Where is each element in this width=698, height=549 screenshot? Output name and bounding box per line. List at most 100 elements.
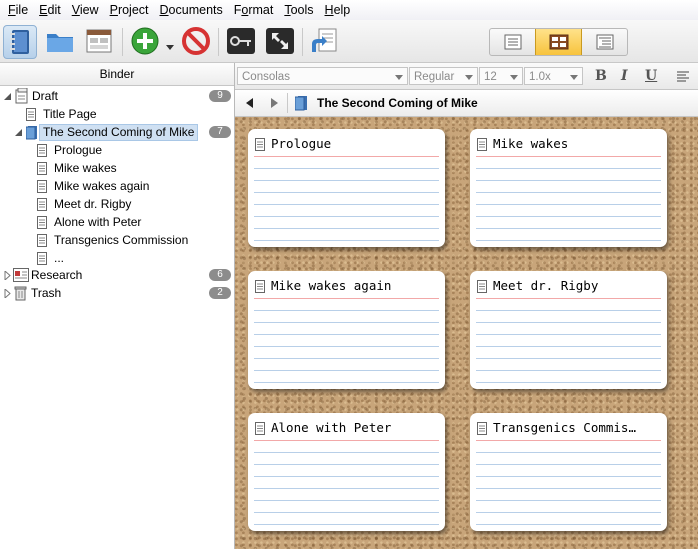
line-spacing-select[interactable]: 1.0x [524,67,583,85]
binder-item-title-page[interactable]: Title Page [26,105,99,123]
outliner-view-button[interactable] [582,29,627,55]
binder-item-mike-wakes[interactable]: Mike wakes [37,159,119,177]
outline-icon [596,34,613,50]
draft-folder-icon [15,88,28,104]
underline-button[interactable]: U [645,67,657,85]
index-card-meet-dr-rigby[interactable]: Meet dr. Rigby [470,271,667,389]
document-icon [477,137,487,151]
menu-format[interactable]: Format [229,3,279,17]
corkboard-view-button[interactable] [535,29,582,55]
editor-header-bar: The Second Coming of Mike [235,90,698,117]
fullscreen-icon [266,28,294,54]
card-title[interactable]: Meet dr. Rigby [493,277,598,295]
menu-tools[interactable]: Tools [279,3,318,17]
document-icon [477,279,487,293]
folder-document-icon [26,126,37,140]
scrivenings-view-button[interactable] [490,29,535,55]
binder-item-mike-wakes-again[interactable]: Mike wakes again [37,177,151,195]
card-title[interactable]: Mike wakes [493,135,568,153]
keywords-button[interactable] [225,25,257,57]
menu-file[interactable]: File [3,3,33,17]
menu-bar: File Edit View Project Documents Format … [0,0,698,20]
back-arrow-icon [246,98,253,108]
card-synopsis[interactable] [254,298,439,385]
key-icon [227,28,255,54]
toolbar-separator [302,28,303,56]
collections-button[interactable] [44,25,76,57]
index-card-mike-wakes-again[interactable]: Mike wakes again [248,271,445,389]
folder-icon [47,34,73,52]
align-left-icon [677,71,689,82]
text-alignment-button[interactable] [677,71,689,85]
document-icon [477,421,487,435]
main-toolbar [0,20,698,63]
count-badge: 6 [209,269,231,281]
forward-button[interactable] [265,94,283,112]
collapsed-triangle-icon[interactable] [3,289,12,298]
menu-view[interactable]: View [67,3,104,17]
research-folder-icon [13,268,29,282]
document-icon [37,233,47,247]
document-icon [37,179,47,193]
index-card-prologue[interactable]: Prologue [248,129,445,247]
binder-item-more[interactable]: ... [37,249,66,267]
composition-mode-button[interactable] [264,25,296,57]
font-family-select[interactable]: Consolas [237,67,408,85]
binder-item-prologue[interactable]: Prologue [37,141,104,159]
inspector-button[interactable] [83,25,115,57]
count-badge: 7 [209,126,231,138]
menu-project[interactable]: Project [105,3,154,17]
dropdown-arrow-icon [570,75,578,80]
font-style-select[interactable]: Regular [409,67,478,85]
delete-button[interactable] [180,25,212,57]
document-icon [26,107,36,121]
card-title[interactable]: Mike wakes again [271,277,391,295]
document-icon [37,197,47,211]
card-synopsis[interactable] [476,440,661,527]
index-card-transgenics-commission[interactable]: Transgenics Commis… [470,413,667,531]
expanded-triangle-icon[interactable] [3,92,12,101]
back-button[interactable] [241,94,259,112]
binder-item-the-second-coming-of-mike[interactable]: The Second Coming of Mike 7 [0,123,234,141]
collapsed-triangle-icon[interactable] [3,271,12,280]
binder-toggle-button[interactable] [3,25,37,59]
card-title[interactable]: Transgenics Commis… [493,419,636,437]
binder-item-transgenics-commission[interactable]: Transgenics Commission [37,231,190,249]
card-synopsis[interactable] [254,156,439,243]
card-synopsis[interactable] [476,156,661,243]
binder-item-research[interactable]: Research 6 [0,266,234,284]
index-card-alone-with-peter[interactable]: Alone with Peter [248,413,445,531]
trash-icon [14,286,27,301]
binder-item-draft[interactable]: Draft 9 [0,87,234,105]
binder-notebook-icon [10,30,29,54]
card-synopsis[interactable] [476,298,661,385]
italic-button[interactable]: I [621,67,628,85]
index-card-mike-wakes[interactable]: Mike wakes [470,129,667,247]
binder-item-alone-with-peter[interactable]: Alone with Peter [37,213,143,231]
format-bar: Consolas Regular 12 1.0x B I U [235,63,698,90]
menu-edit[interactable]: Edit [34,3,66,17]
add-button[interactable] [129,25,161,57]
binder-header: Binder [0,63,234,86]
menu-help[interactable]: Help [320,3,356,17]
inspector-icon [86,29,112,53]
binder-item-trash[interactable]: Trash 2 [0,284,234,302]
binder-item-meet-dr-rigby[interactable]: Meet dr. Rigby [37,195,133,213]
dropdown-arrow-icon [510,75,518,80]
compile-button[interactable] [308,25,340,57]
view-mode-group [489,28,628,56]
bold-button[interactable]: B [595,67,607,85]
add-dropdown-arrow-icon[interactable] [166,39,174,53]
card-title[interactable]: Prologue [271,135,331,153]
font-size-select[interactable]: 12 [479,67,523,85]
toolbar-separator [218,28,219,56]
forward-arrow-icon [271,98,278,108]
dropdown-arrow-icon [395,75,403,80]
menu-documents[interactable]: Documents [155,3,228,17]
expanded-triangle-icon[interactable] [14,128,23,137]
add-icon [131,27,159,55]
header-document-menu[interactable] [294,95,308,114]
dropdown-arrow-icon [465,75,473,80]
card-synopsis[interactable] [254,440,439,527]
card-title[interactable]: Alone with Peter [271,419,391,437]
